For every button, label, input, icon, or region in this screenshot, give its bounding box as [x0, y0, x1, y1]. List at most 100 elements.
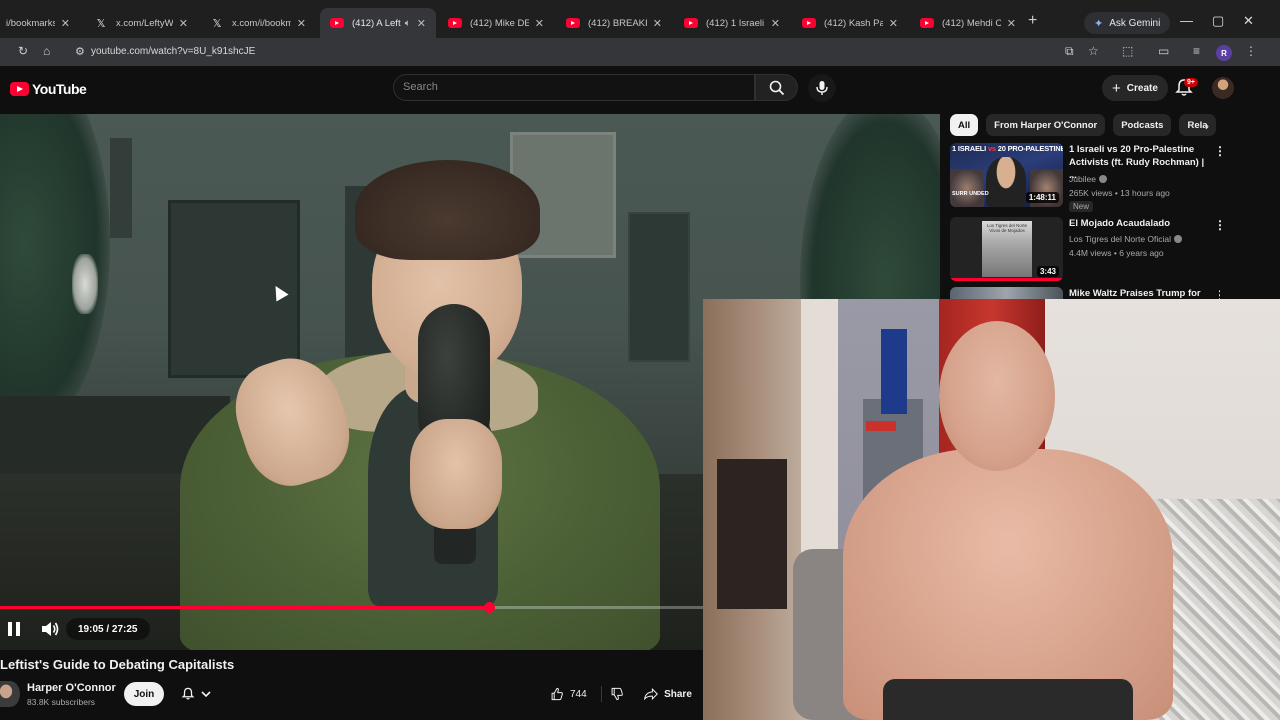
chip-podcasts[interactable]: Podcasts: [1113, 114, 1172, 136]
tab-label: (412) Mehdi CHAL: [942, 17, 1001, 29]
browser-menu-icon[interactable]: ⋮: [1245, 44, 1257, 58]
tab-bookmarks[interactable]: i/bookmarks ✕: [0, 8, 80, 38]
duration-badge: 1:48:11: [1025, 192, 1059, 203]
tab-mike-defend[interactable]: (412) Mike DEFEN ✕: [438, 8, 554, 38]
recommendation-channel[interactable]: Los Tigres del Norte Oficial: [1069, 234, 1183, 244]
tab-label: i/bookmarks: [6, 17, 55, 29]
bookmark-star-icon[interactable]: ☆: [1088, 44, 1099, 58]
subscriber-count: 83.8K subscribers: [27, 697, 96, 707]
home-icon[interactable]: ⌂: [43, 44, 50, 58]
address-bar[interactable]: ⚙︎ youtube.com/watch?v=8U_k91shcJE: [75, 46, 256, 58]
browser-profile-avatar[interactable]: R: [1216, 45, 1232, 61]
search-icon: [769, 80, 784, 95]
pause-icon[interactable]: [8, 622, 20, 636]
search-input[interactable]: [403, 81, 703, 93]
recommendation-channel[interactable]: Jubilee: [1069, 174, 1107, 184]
recommendation-channel-name: Jubilee: [1069, 174, 1096, 184]
thumbnail-person: [986, 157, 1026, 207]
more-actions-icon[interactable]: ⋮: [1214, 145, 1226, 157]
time-display: 19:05 / 27:25: [66, 618, 150, 640]
new-tab-plus-icon[interactable]: +: [1028, 12, 1037, 30]
recommendation-thumbnail[interactable]: Los Tigres del Norte Vivos de Mojados 3:…: [950, 217, 1063, 281]
ask-gemini-button[interactable]: ✦ Ask Gemini: [1084, 12, 1171, 34]
voice-search-button[interactable]: [808, 74, 836, 102]
recommendation-thumbnail[interactable]: 1 ISRAELI vs 20 PRO-PALESTINE SURR UNDED…: [950, 143, 1063, 207]
subscription-bell-button[interactable]: [170, 682, 222, 706]
install-app-icon[interactable]: ⧉: [1065, 44, 1074, 59]
youtube-icon: [448, 18, 462, 28]
channel-avatar[interactable]: [0, 681, 20, 707]
join-button[interactable]: Join: [124, 682, 164, 706]
channel-name[interactable]: Harper O'Connor: [27, 682, 116, 694]
webcam-person-head: [939, 321, 1055, 471]
volume-icon[interactable]: [40, 620, 60, 638]
chip-from-channel[interactable]: From Harper O'Connor: [986, 114, 1106, 136]
chevron-right-icon[interactable]: ›: [1198, 117, 1216, 135]
recommendation-item[interactable]: Los Tigres del Norte Vivos de Mojados 3:…: [950, 217, 1226, 283]
tab-label: (412) A Leftist': [352, 17, 401, 29]
progress-bar[interactable]: [0, 602, 703, 613]
thumbnail-headline-part: 20 PRO-PALESTINE: [997, 144, 1063, 153]
verified-icon: [1174, 235, 1183, 243]
gemini-spark-icon: ✦: [1094, 17, 1104, 30]
album-cover-text: Los Tigres del Norte Vivos de Mojados: [986, 223, 1028, 233]
progress-fill: [0, 606, 490, 609]
side-panel-icon[interactable]: ▭: [1158, 44, 1169, 58]
webcam-person-shorts: [883, 679, 1133, 720]
maximize-icon[interactable]: ▢: [1212, 13, 1224, 29]
extensions-icon[interactable]: ⬚: [1122, 44, 1133, 58]
reload-icon[interactable]: ↻: [18, 44, 28, 58]
share-arrow-icon: [644, 688, 659, 700]
close-icon[interactable]: ✕: [61, 17, 70, 30]
recommendation-item[interactable]: 1 ISRAELI vs 20 PRO-PALESTINE SURR UNDED…: [950, 143, 1226, 213]
url-text: youtube.com/watch?v=8U_k91shcJE: [91, 46, 256, 57]
share-button[interactable]: Share: [638, 682, 698, 706]
tab-label: (412) BREAKING: S: [588, 17, 647, 29]
youtube-play-icon: [10, 82, 29, 96]
recommendation-title[interactable]: El Mojado Acaudalado: [1069, 217, 1207, 230]
watched-progress: [950, 278, 1063, 281]
tab-label: (412) Mike DEFEN: [470, 17, 529, 29]
youtube-header: YouTube + Create 9+: [0, 66, 1280, 112]
recommendation-meta: 4.4M views • 6 years ago: [1069, 248, 1164, 258]
thumbnail-headline-part: 1 ISRAELI: [952, 144, 987, 153]
close-icon[interactable]: ✕: [179, 17, 188, 30]
webcam-shelf: [717, 459, 787, 609]
site-settings-icon[interactable]: ⚙︎: [75, 45, 85, 58]
close-icon[interactable]: ✕: [889, 17, 898, 30]
dislike-button[interactable]: [602, 682, 632, 706]
tab-x-bookmarks[interactable]: 𝕏 x.com/i/bookmarks ✕: [200, 8, 316, 38]
chip-all[interactable]: All: [950, 114, 979, 136]
tab-label: (412) 1 Israeli vs 20: [706, 17, 765, 29]
window-close-icon[interactable]: ✕: [1243, 13, 1254, 29]
minimize-icon[interactable]: —: [1180, 13, 1193, 28]
like-button[interactable]: 744: [540, 682, 601, 706]
close-icon[interactable]: ✕: [653, 17, 662, 30]
close-icon[interactable]: ✕: [535, 17, 544, 30]
tab-lefty-winter[interactable]: 𝕏 x.com/LeftyWinter ✕: [84, 8, 198, 38]
tab-label: x.com/i/bookmarks: [232, 17, 291, 29]
filter-chips: All From Harper O'Connor Podcasts Rela: [950, 114, 1220, 138]
close-icon[interactable]: ✕: [771, 17, 780, 30]
more-actions-icon[interactable]: ⋮: [1214, 219, 1226, 231]
youtube-logo[interactable]: YouTube: [10, 81, 87, 97]
youtube-icon: [330, 18, 344, 28]
search-button[interactable]: [755, 74, 798, 101]
tab-israeli-vs-20[interactable]: (412) 1 Israeli vs 20 ✕: [674, 8, 790, 38]
tab-breaking[interactable]: (412) BREAKING: S ✕: [556, 8, 672, 38]
thumbnail-headline-part: vs: [987, 144, 996, 153]
account-avatar[interactable]: [1212, 77, 1234, 99]
close-icon[interactable]: ✕: [417, 17, 426, 30]
close-icon[interactable]: ✕: [1007, 17, 1016, 30]
create-button[interactable]: + Create: [1102, 75, 1168, 101]
speaker-icon[interactable]: 🔈︎: [405, 18, 411, 29]
tab-kash-patel[interactable]: (412) Kash Patel C ✕: [792, 8, 908, 38]
close-icon[interactable]: ✕: [297, 17, 306, 30]
like-dislike-group: 744: [540, 682, 632, 706]
tab-mehdi[interactable]: (412) Mehdi CHAL ✕: [910, 8, 1026, 38]
tab-leftists-guide[interactable]: (412) A Leftist' 🔈︎ ✕: [320, 8, 436, 38]
thumbs-down-icon: [611, 687, 624, 701]
video-presenter-hair: [355, 160, 540, 260]
reading-list-icon[interactable]: ≡: [1193, 44, 1200, 58]
player-controls: 19:05 / 27:25: [0, 612, 703, 646]
